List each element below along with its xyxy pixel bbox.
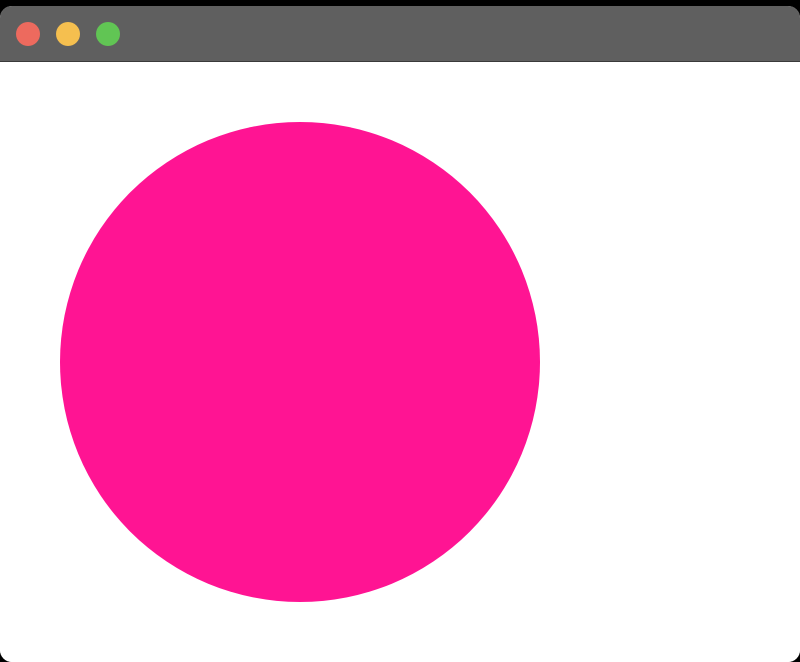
pink-circle xyxy=(60,122,540,602)
window-titlebar[interactable] xyxy=(0,6,800,62)
minimize-dot-icon[interactable] xyxy=(56,22,80,46)
drawing-canvas xyxy=(60,122,540,602)
zoom-dot-icon[interactable] xyxy=(96,22,120,46)
close-dot-icon[interactable] xyxy=(16,22,40,46)
canvas-area xyxy=(0,62,800,662)
app-window xyxy=(0,6,800,662)
